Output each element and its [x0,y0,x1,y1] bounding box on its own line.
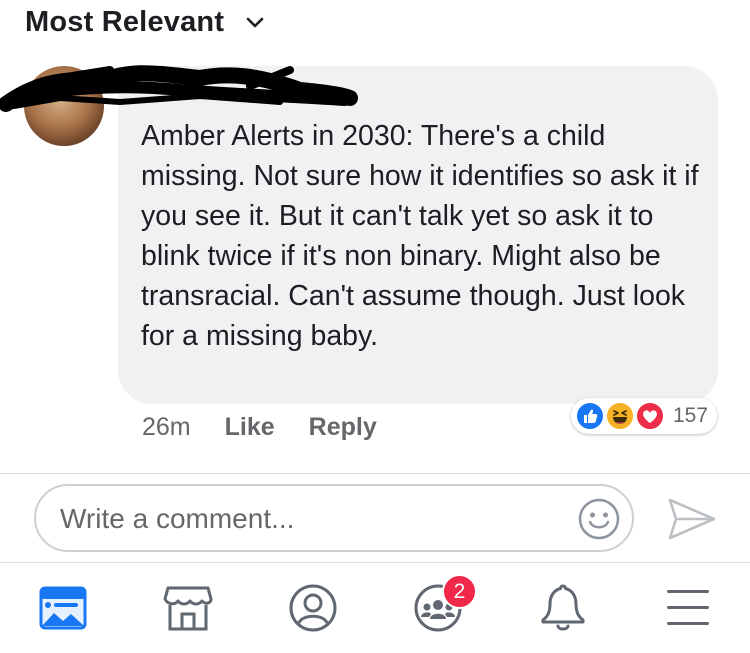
reaction-count: 157 [673,404,709,427]
comment-actions: 26m Like Reply [142,410,377,444]
send-icon[interactable] [666,496,718,542]
tabbar-divider [0,562,750,563]
love-icon [635,401,665,431]
tab-menu[interactable] [660,580,716,636]
news-feed-icon [39,586,87,630]
like-button[interactable]: Like [225,413,275,442]
comment-input[interactable] [58,498,562,540]
emoji-icon[interactable] [577,497,621,541]
chevron-down-icon [246,17,264,28]
comment-timestamp[interactable]: 26m [142,413,191,442]
tab-news-feed[interactable] [35,580,91,636]
marketplace-icon [163,586,213,631]
profile-icon [289,584,337,632]
tab-notifications[interactable] [535,580,591,636]
notifications-icon [541,584,585,631]
menu-icon [667,590,709,625]
reply-button[interactable]: Reply [309,413,377,442]
sort-label: Most Relevant [25,5,225,38]
like-icon [575,401,605,431]
divider [0,473,750,474]
haha-icon [605,401,635,431]
comment-text: Amber Alerts in 2030: There's a child mi… [141,120,699,352]
redaction-scribble [0,65,358,112]
tab-profile[interactable] [285,580,341,636]
notification-badge: 2 [442,574,477,609]
sort-dropdown[interactable]: Most Relevant [25,4,264,40]
comment-composer [34,484,634,552]
tab-marketplace[interactable] [160,580,216,636]
reaction-summary[interactable]: 157 [571,398,717,434]
